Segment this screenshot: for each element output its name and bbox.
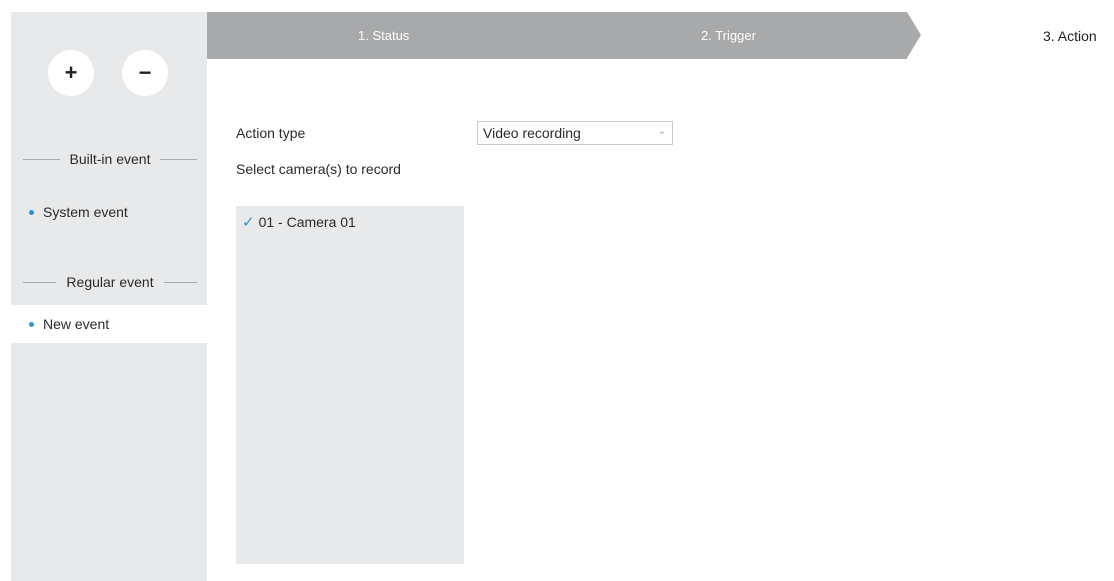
- step-trigger[interactable]: 2. Trigger: [701, 12, 756, 59]
- builtin-event-title: Built-in event: [69, 151, 151, 167]
- divider-line: [23, 158, 60, 160]
- step-action[interactable]: 3. Action: [1043, 12, 1097, 59]
- sidebar-item-label: New event: [43, 316, 110, 332]
- event-sidebar: + − Built-in event System event Regular …: [11, 12, 207, 581]
- step-status[interactable]: 1. Status: [358, 12, 409, 59]
- bullet-icon: [29, 321, 34, 327]
- checkmark-icon: ✓: [242, 214, 255, 231]
- divider-line: [160, 158, 197, 160]
- regular-event-header: Regular event: [11, 274, 207, 290]
- action-type-value: Video recording: [483, 125, 581, 141]
- remove-event-button[interactable]: −: [122, 50, 168, 96]
- builtin-event-header: Built-in event: [11, 151, 207, 167]
- action-type-label: Action type: [236, 125, 306, 141]
- sidebar-item-new-event[interactable]: New event: [11, 305, 207, 343]
- action-type-select[interactable]: Video recording ⌄: [477, 121, 673, 145]
- chevron-down-icon: ⌄: [657, 126, 666, 137]
- camera-list-item[interactable]: ✓ 01 - Camera 01: [242, 213, 356, 231]
- steps-arrow-icon: [907, 12, 921, 58]
- camera-label: 01 - Camera 01: [258, 214, 356, 230]
- regular-event-title: Regular event: [66, 274, 154, 290]
- add-event-button[interactable]: +: [48, 50, 94, 96]
- divider-line: [23, 281, 57, 283]
- camera-list: ✓ 01 - Camera 01: [236, 206, 464, 564]
- sidebar-item-system-event[interactable]: System event: [11, 193, 207, 231]
- divider-line: [163, 281, 198, 283]
- sidebar-item-label: System event: [43, 204, 128, 220]
- wizard-steps-bar: [207, 12, 907, 59]
- bullet-icon: [29, 209, 34, 215]
- select-camera-label: Select camera(s) to record: [236, 161, 401, 177]
